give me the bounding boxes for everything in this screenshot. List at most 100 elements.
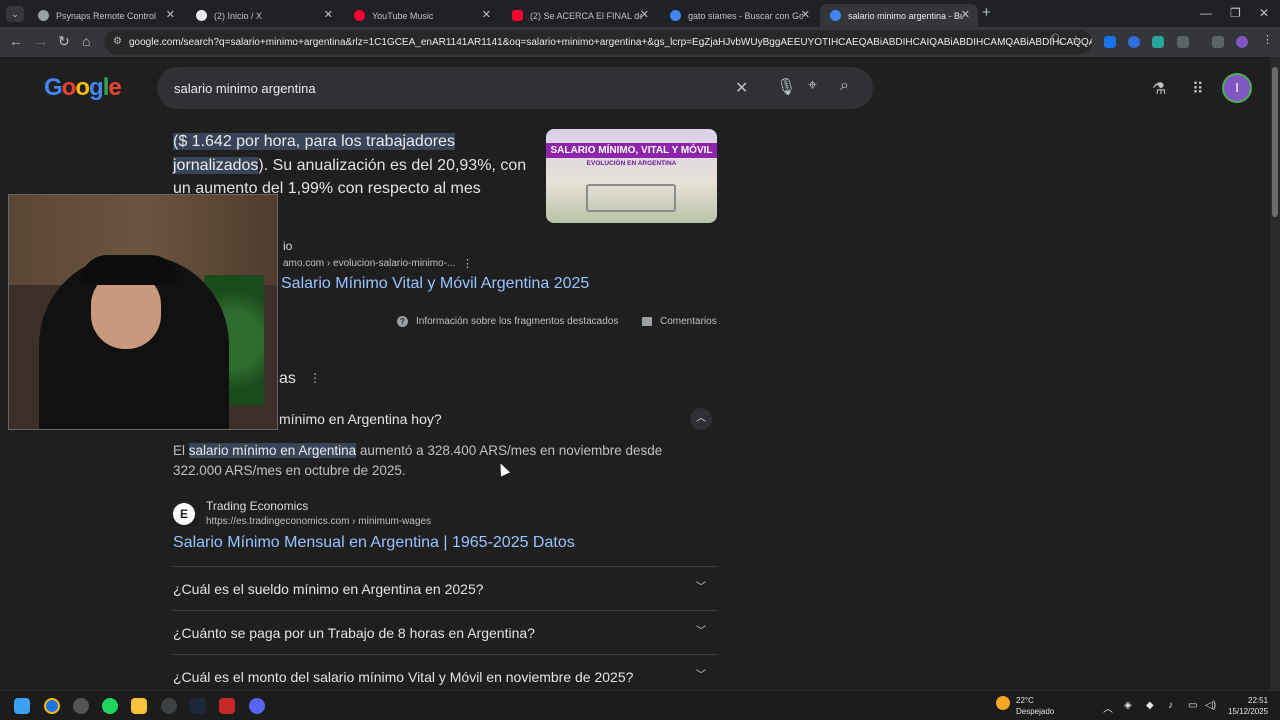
media-control-icon[interactable] xyxy=(1212,36,1224,48)
tab-favicon-icon xyxy=(38,10,49,21)
apps-grid-icon[interactable]: ⠿ xyxy=(1192,79,1204,99)
weather-condition: Despejado xyxy=(1016,707,1055,716)
answer-highlight: salario mínimo en Argentina xyxy=(188,443,357,458)
site-info-icon[interactable]: ⚙ xyxy=(113,36,122,47)
snippet-thumbnail[interactable]: SALARIO MÍNIMO, VITAL Y MÓVIL EVOLUCIÓN … xyxy=(546,129,717,223)
source-title-link[interactable]: Salario Mínimo Mensual en Argentina | 19… xyxy=(173,534,575,552)
spotify-icon[interactable] xyxy=(102,698,118,714)
source-url: https://es.tradingeconomics.com › minimu… xyxy=(206,516,432,527)
new-tab-button[interactable]: + xyxy=(982,4,991,21)
extension-icon[interactable] xyxy=(1128,36,1140,48)
extension-icon[interactable] xyxy=(1104,36,1116,48)
labs-flask-icon[interactable]: ⚗ xyxy=(1152,79,1166,99)
system-clock[interactable]: 22:51 15/12/2025 xyxy=(1228,695,1268,717)
search-input[interactable]: salario minimo argentina xyxy=(157,67,873,109)
chevron-down-icon[interactable]: ﹀ xyxy=(690,577,712,599)
divider xyxy=(173,610,717,611)
tab-youtube-video[interactable]: (2) Se ACERCA El FINAL de KICK ✕ xyxy=(502,4,657,27)
close-window-button[interactable]: ✕ xyxy=(1259,6,1269,20)
tray-app-icon[interactable]: ◆ xyxy=(1146,700,1154,711)
tray-app-icon[interactable]: ◈ xyxy=(1124,700,1132,711)
result-options-icon[interactable]: ⋮ xyxy=(462,257,473,270)
answer-text: El salario mínimo en Argentina aumentó a… xyxy=(173,441,673,481)
page-scrollbar[interactable] xyxy=(1270,57,1280,690)
google-logo[interactable]: Google xyxy=(44,74,122,102)
comment-icon xyxy=(642,317,652,326)
lens-search-icon[interactable]: ⌖ xyxy=(808,77,817,95)
app-icon[interactable] xyxy=(219,698,235,714)
forward-arrow-icon[interactable]: → xyxy=(34,34,48,48)
home-icon[interactable]: ⌂ xyxy=(82,34,90,48)
question-1[interactable]: ¿Cuál es el sueldo mínimo en Argentina e… xyxy=(173,581,484,597)
feedback-link[interactable]: Comentarios xyxy=(642,316,717,327)
search-results-page: Google salario minimo argentina ✕ 🎙︎ ⌖ ⌕… xyxy=(0,57,1280,690)
result-title-link[interactable]: Salario Mínimo Vital y Móvil Argentina 2… xyxy=(281,275,589,293)
account-avatar[interactable]: I xyxy=(1222,73,1252,103)
app-icon[interactable] xyxy=(161,698,177,714)
tab-salario-minimo[interactable]: salario minimo argentina - Buscar ✕ xyxy=(820,4,978,27)
app-icon[interactable] xyxy=(73,698,89,714)
featured-snippet-text: ($ 1.642 por hora, para los trabajadores… xyxy=(173,130,533,201)
people-also-ask-title: as xyxy=(279,370,296,387)
question-3[interactable]: ¿Cuál es el monto del salario mínimo Vit… xyxy=(173,669,633,685)
minimize-button[interactable]: — xyxy=(1200,6,1212,20)
address-bar[interactable]: ⚙ google.com/search?q=salario+minimo+arg… xyxy=(104,30,1092,54)
close-tab-icon[interactable]: ✕ xyxy=(640,8,649,21)
youtube-music-icon xyxy=(354,10,365,21)
youtube-icon xyxy=(512,10,523,21)
shopping-cart-image xyxy=(586,184,676,212)
webcam-overlay xyxy=(8,194,278,430)
result-url: amo.com › evolucion-salario-minimo-... xyxy=(283,258,456,269)
back-arrow-icon[interactable]: ← xyxy=(9,34,23,48)
chevron-down-icon[interactable]: ﹀ xyxy=(690,665,712,687)
windows-start-icon[interactable] xyxy=(14,698,30,714)
tab-title: YouTube Music xyxy=(372,10,434,21)
voice-search-icon[interactable]: 🎙︎ xyxy=(776,77,796,97)
expanded-question[interactable]: mínimo en Argentina hoy? xyxy=(279,411,442,427)
network-icon[interactable]: ▭ xyxy=(1188,700,1197,711)
search-icon[interactable]: ⌕ xyxy=(840,77,849,95)
question-2[interactable]: ¿Cuánto se paga por un Trabajo de 8 hora… xyxy=(173,625,535,641)
featured-snippets-info-link[interactable]: ? Información sobre los fragmentos destac… xyxy=(397,316,618,327)
translate-extension-icon[interactable] xyxy=(1152,36,1164,48)
chevron-down-icon[interactable]: ﹀ xyxy=(690,621,712,643)
chrome-icon[interactable] xyxy=(44,698,60,714)
tab-strip: ⌄ Psynaps Remote Control ✕ (2) Inicio / … xyxy=(0,0,1280,27)
divider xyxy=(173,566,717,567)
close-tab-icon[interactable]: ✕ xyxy=(324,8,333,21)
tab-x[interactable]: (2) Inicio / X ✕ xyxy=(186,4,341,27)
close-tab-icon[interactable]: ✕ xyxy=(166,8,175,21)
bookmark-star-icon[interactable]: ☆ xyxy=(1071,33,1081,46)
profile-icon[interactable] xyxy=(1236,36,1248,48)
extensions-puzzle-icon[interactable] xyxy=(1177,36,1189,48)
menu-kebab-icon[interactable]: ⋮ xyxy=(1262,33,1273,46)
steam-icon[interactable] xyxy=(190,698,206,714)
discord-icon[interactable] xyxy=(249,698,265,714)
close-tab-icon[interactable]: ✕ xyxy=(801,8,810,21)
tab-title: salario minimo argentina - Buscar xyxy=(848,10,963,21)
tray-chevron-up-icon[interactable]: ︿ xyxy=(1103,700,1113,715)
chevron-up-icon[interactable]: ︿ xyxy=(690,408,712,430)
reload-icon[interactable]: ↻ xyxy=(58,34,70,48)
source-name: Trading Economics xyxy=(206,499,309,513)
close-tab-icon[interactable]: ✕ xyxy=(482,8,491,21)
volume-icon[interactable]: ◁) xyxy=(1205,700,1216,711)
search-query: salario minimo argentina xyxy=(174,80,316,96)
close-tab-icon[interactable]: ✕ xyxy=(961,8,970,21)
tab-title: (2) Se ACERCA El FINAL de KICK xyxy=(530,10,642,21)
tab-title: gato siames - Buscar con Google xyxy=(688,10,803,21)
file-explorer-icon[interactable] xyxy=(131,698,147,714)
weather-widget[interactable]: 22°C Despejado xyxy=(1016,695,1054,717)
microphone-icon[interactable]: ♪ xyxy=(1168,700,1173,711)
streamer-cap xyxy=(81,255,177,285)
tab-gato-siames[interactable]: gato siames - Buscar con Google ✕ xyxy=(660,4,818,27)
clear-search-icon[interactable]: ✕ xyxy=(735,78,748,98)
tab-search-button[interactable]: ⌄ xyxy=(6,6,24,22)
zoom-search-icon[interactable]: 🔍︎ xyxy=(1050,33,1064,46)
browser-toolbar: ← → ↻ ⌂ ⚙ google.com/search?q=salario+mi… xyxy=(0,27,1280,57)
tab-psynaps[interactable]: Psynaps Remote Control ✕ xyxy=(28,4,183,27)
section-options-icon[interactable]: ⋮ xyxy=(309,371,321,385)
tab-youtube-music[interactable]: YouTube Music ✕ xyxy=(344,4,499,27)
scrollbar-thumb[interactable] xyxy=(1272,67,1278,217)
maximize-button[interactable]: ❐ xyxy=(1230,6,1241,20)
